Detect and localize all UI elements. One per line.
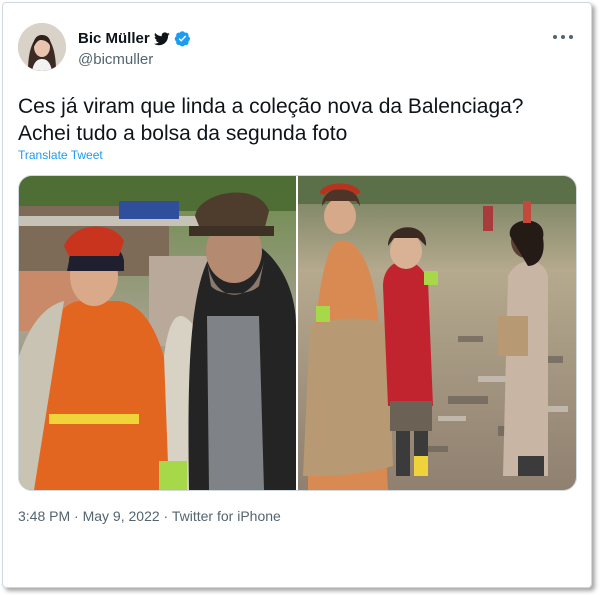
translate-tweet-link[interactable]: Translate Tweet bbox=[18, 148, 103, 162]
avatar[interactable] bbox=[18, 23, 66, 71]
tweet-photo-1[interactable] bbox=[19, 176, 298, 490]
more-options-icon[interactable] bbox=[553, 29, 573, 45]
author-handle[interactable]: @bicmuller bbox=[78, 51, 153, 68]
tweet-meta: 3:48 PM · May 9, 2022 · Twitter for iPho… bbox=[18, 508, 281, 524]
tweet-photo-2[interactable] bbox=[298, 176, 576, 490]
verified-icon bbox=[174, 30, 191, 47]
tweet-source[interactable]: Twitter for iPhone bbox=[172, 508, 281, 524]
bird-icon bbox=[153, 31, 170, 46]
author-name[interactable]: Bic Müller bbox=[78, 30, 150, 47]
tweet-text: Ces já viram que linda a coleção nova da… bbox=[18, 93, 578, 147]
author-name-row[interactable]: Bic Müller bbox=[78, 30, 191, 47]
tweet-time[interactable]: 3:48 PM bbox=[18, 508, 70, 524]
meta-separator: · bbox=[70, 508, 83, 524]
meta-separator: · bbox=[159, 508, 172, 524]
tweet-media bbox=[18, 175, 577, 491]
tweet-text-line: Achei tudo a bolsa da segunda foto bbox=[18, 122, 348, 145]
tweet-text-line: Ces já viram que linda a coleção nova da… bbox=[18, 95, 524, 118]
tweet-card: Bic Müller @bicmuller Ces já viram que l… bbox=[2, 2, 592, 588]
tweet-date[interactable]: May 9, 2022 bbox=[83, 508, 160, 524]
